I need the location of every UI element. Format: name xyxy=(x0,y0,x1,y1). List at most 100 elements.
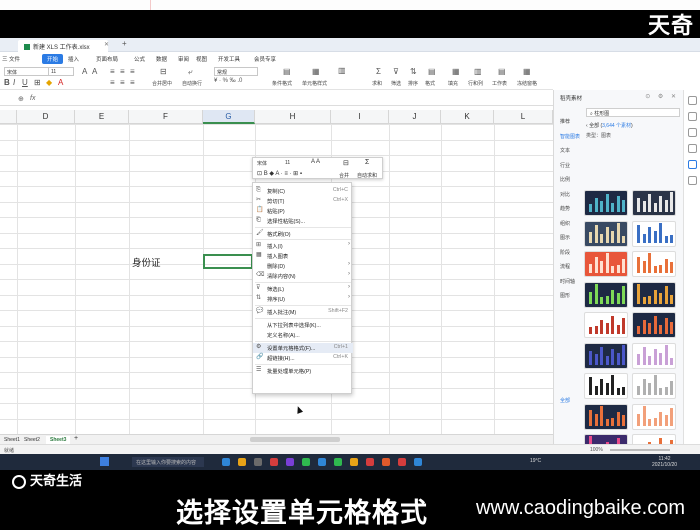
fill-icon[interactable]: ▦ xyxy=(452,67,460,76)
app-icon-2[interactable] xyxy=(286,458,294,466)
app-icon-8[interactable] xyxy=(398,458,406,466)
chart-template-thumbnail[interactable] xyxy=(632,312,676,338)
menu-item-2[interactable]: 插入 xyxy=(68,55,79,63)
border-icon[interactable]: ⊞ xyxy=(34,78,41,87)
category-item[interactable]: 文本 xyxy=(554,147,584,162)
conditional-format-label[interactable]: 条件格式 xyxy=(272,80,292,87)
align-center-icon[interactable]: ≡ xyxy=(120,78,125,87)
align-top-icon[interactable]: ≡ xyxy=(110,67,115,76)
chart-template-thumbnail[interactable] xyxy=(632,342,676,369)
fill-color-icon[interactable]: ◆ xyxy=(46,78,52,87)
chart-template-thumbnail[interactable] xyxy=(584,190,628,216)
chart-template-thumbnail[interactable] xyxy=(632,373,676,399)
app-icon-4[interactable] xyxy=(318,458,326,466)
chart-template-thumbnail[interactable] xyxy=(584,312,628,338)
chart-template-thumbnail[interactable] xyxy=(632,251,676,277)
category-item[interactable]: 行业 xyxy=(554,162,584,177)
cell-style-label[interactable]: 单元格样式 xyxy=(302,80,327,87)
chart-template-thumbnail[interactable] xyxy=(584,251,628,277)
mini-merge-label[interactable]: 合并 xyxy=(339,172,349,179)
category-item[interactable]: 对比 xyxy=(554,191,584,206)
freeze-icon[interactable]: ▦ xyxy=(523,67,531,76)
fill-label[interactable]: 填充 xyxy=(448,80,458,87)
mini-font[interactable]: 宋体 xyxy=(257,160,267,167)
align-bottom-icon[interactable]: ≡ xyxy=(130,67,135,76)
chart-template-thumbnail[interactable] xyxy=(584,373,628,399)
tab-close-icon[interactable]: ✕ xyxy=(104,41,109,48)
align-right-icon[interactable]: ≡ xyxy=(130,78,135,87)
tab-add-icon[interactable]: + xyxy=(122,39,127,48)
selected-cell-g[interactable] xyxy=(203,254,253,269)
category-item[interactable]: 图形 xyxy=(554,292,584,307)
mini-format-buttons[interactable]: ⊡ B ◆ A · ≡ · ⊞ ▪ xyxy=(257,170,302,177)
pane-type-filter[interactable]: 类型：图表 xyxy=(586,132,611,139)
clock[interactable]: 11:42 2021/10/20 xyxy=(652,456,677,468)
menu-item-insert-table[interactable]: ▦ 插入图表 xyxy=(253,251,353,261)
category-item[interactable]: 流程 xyxy=(554,263,584,278)
document-tab[interactable]: 新建 XLS 工作表.xlsx xyxy=(18,40,108,52)
rows-cols-label[interactable]: 行和列 xyxy=(468,80,483,87)
filter-icon[interactable]: ⊽ xyxy=(393,67,399,76)
add-sheet-icon[interactable]: + xyxy=(70,434,82,443)
format-label[interactable]: 格式 xyxy=(425,80,435,87)
category-item[interactable]: 时间轴 xyxy=(554,278,584,293)
filter-label[interactable]: 筛选 xyxy=(391,80,401,87)
underline-icon[interactable]: U xyxy=(22,78,28,87)
format-icon[interactable]: ▤ xyxy=(428,67,436,76)
taskbar-search[interactable]: 在这里输入你要搜索的内容 xyxy=(132,457,204,467)
wps-icon[interactable] xyxy=(382,458,390,466)
menu-item-4[interactable]: 公式 xyxy=(134,55,145,63)
app-icon-9[interactable] xyxy=(414,458,422,466)
menu-item-format-painter[interactable]: 🖌 格式刷(O) xyxy=(253,229,353,239)
category-item[interactable]: 比例 xyxy=(554,176,584,191)
column-header-e[interactable]: E xyxy=(75,110,129,124)
column-header-f[interactable]: F xyxy=(129,110,203,124)
side-icon-5[interactable] xyxy=(688,160,697,169)
windows-start-icon[interactable] xyxy=(100,457,109,466)
chart-template-thumbnail[interactable] xyxy=(584,342,628,369)
menu-item-entry-12[interactable]: 从下拉列表中选择(K)... xyxy=(253,320,353,330)
category-item[interactable]: 组织 xyxy=(554,220,584,235)
menu-item-6[interactable]: 审阅 xyxy=(178,55,189,63)
column-header-l[interactable]: L xyxy=(494,110,553,124)
column-header-g[interactable]: G xyxy=(203,110,255,124)
folder-icon[interactable] xyxy=(238,458,246,466)
sort-label[interactable]: 排序 xyxy=(408,80,418,87)
zoom-icon[interactable]: ⊕ xyxy=(18,95,24,103)
wrap-label[interactable]: 自动换行 xyxy=(182,80,202,87)
side-icon-3[interactable] xyxy=(688,128,697,137)
menu-item-insert[interactable]: ⊞ 插入(I) › xyxy=(253,241,353,251)
menu-item-entry-13[interactable]: 定义名称(A)... xyxy=(253,330,353,340)
category-item[interactable]: 趋势 xyxy=(554,205,584,220)
fx-icon[interactable]: fx xyxy=(30,95,35,102)
chart-template-thumbnail[interactable] xyxy=(632,190,676,216)
side-icon-2[interactable] xyxy=(688,112,697,121)
side-icon-1[interactable] xyxy=(688,96,697,105)
column-header-k[interactable]: K xyxy=(441,110,494,124)
app-icon-3[interactable] xyxy=(302,458,310,466)
italic-icon[interactable]: I xyxy=(13,78,15,87)
merge-icon[interactable]: ⊟ xyxy=(160,67,167,76)
menu-item-clear[interactable]: ⌫ 清除内容(N) › xyxy=(253,271,353,281)
conditional-format-icon[interactable]: ▤ xyxy=(283,67,291,76)
chart-template-thumbnail[interactable] xyxy=(584,403,628,430)
menu-item-3[interactable]: 页面布局 xyxy=(96,55,118,63)
horizontal-scrollbar[interactable] xyxy=(250,437,340,442)
chart-template-thumbnail[interactable] xyxy=(632,403,676,430)
mini-size[interactable]: 11 xyxy=(285,160,290,166)
sum-icon[interactable]: Σ xyxy=(376,67,381,76)
menu-item-comment[interactable]: 💬 插入批注(M) Shift+F2 xyxy=(253,307,353,317)
menu-item-1[interactable]: 开始 xyxy=(42,54,64,64)
edge-icon[interactable] xyxy=(222,458,230,466)
menu-item-sort[interactable]: ⇅ 排序(U) › xyxy=(253,294,353,304)
worksheet-icon[interactable]: ▤ xyxy=(498,67,506,76)
menu-item-batch[interactable]: ☰ 批量处理单元格(P) xyxy=(253,366,353,376)
chart-template-thumbnail[interactable] xyxy=(584,281,628,308)
menu-item-hyperlink[interactable]: 🔗 超链接(H)... Ctrl+K xyxy=(253,353,353,363)
category-more[interactable]: 全部 xyxy=(554,397,584,412)
merge-center-label[interactable]: 合并居中 xyxy=(152,80,172,87)
pane-controls[interactable]: ⊙ ⚙ ✕ xyxy=(645,93,679,100)
rows-cols-icon[interactable]: ▥ xyxy=(474,67,482,76)
store-icon[interactable] xyxy=(254,458,262,466)
decrease-font-icon[interactable]: A xyxy=(92,67,97,76)
